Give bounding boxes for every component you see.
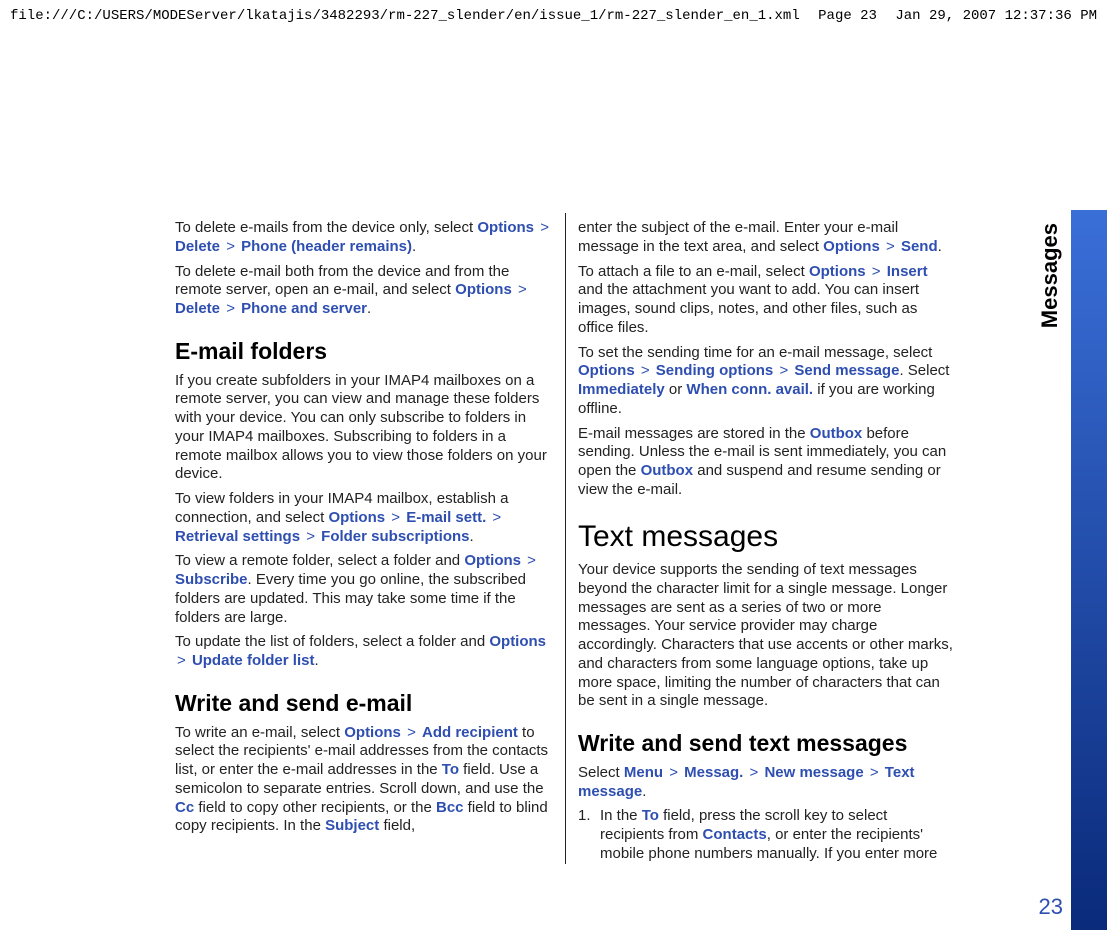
paragraph: To attach a file to an e-mail, select Op…: [578, 263, 955, 338]
paragraph: Select Menu > Messag. > New message > Te…: [578, 764, 955, 802]
heading-email-folders: E-mail folders: [175, 337, 553, 366]
paragraph: To set the sending time for an e-mail me…: [578, 344, 955, 419]
page-label: Page 23: [818, 8, 877, 24]
heading-write-send-email: Write and send e-mail: [175, 689, 553, 718]
paragraph: Your device supports the sending of text…: [578, 561, 955, 711]
heading-write-send-text: Write and send text messages: [578, 729, 955, 758]
heading-text-messages: Text messages: [578, 518, 955, 556]
paragraph: To delete e-mail both from the device an…: [175, 263, 553, 319]
right-column: enter the subject of the e-mail. Enter y…: [565, 213, 955, 864]
page-content: To delete e-mails from the device only, …: [0, 213, 1107, 864]
left-column: To delete e-mails from the device only, …: [175, 213, 565, 864]
paragraph: To write an e-mail, select Options > Add…: [175, 724, 553, 837]
paragraph: E-mail messages are stored in the Outbox…: [578, 425, 955, 500]
list-item-text: In the To field, press the scroll key to…: [600, 807, 955, 863]
file-path: file:///C:/USERS/MODEServer/lkatajis/348…: [10, 8, 800, 24]
paragraph: To view a remote folder, select a folder…: [175, 552, 553, 627]
ordered-list: 1. In the To field, press the scroll key…: [578, 807, 955, 863]
page-number: 23: [1039, 894, 1063, 920]
paragraph: To view folders in your IMAP4 mailbox, e…: [175, 490, 553, 546]
list-item: 1. In the To field, press the scroll key…: [578, 807, 955, 863]
timestamp: Jan 29, 2007 12:37:36 PM: [895, 8, 1097, 24]
side-decoration-bar: [1071, 210, 1107, 930]
list-item-number: 1.: [578, 807, 600, 863]
paragraph: If you create subfolders in your IMAP4 m…: [175, 372, 553, 485]
page-header: file:///C:/USERS/MODEServer/lkatajis/348…: [0, 0, 1107, 28]
paragraph: To update the list of folders, select a …: [175, 633, 553, 671]
side-tab-label: Messages: [1037, 223, 1063, 328]
paragraph: To delete e-mails from the device only, …: [175, 219, 553, 257]
paragraph: enter the subject of the e-mail. Enter y…: [578, 219, 955, 257]
